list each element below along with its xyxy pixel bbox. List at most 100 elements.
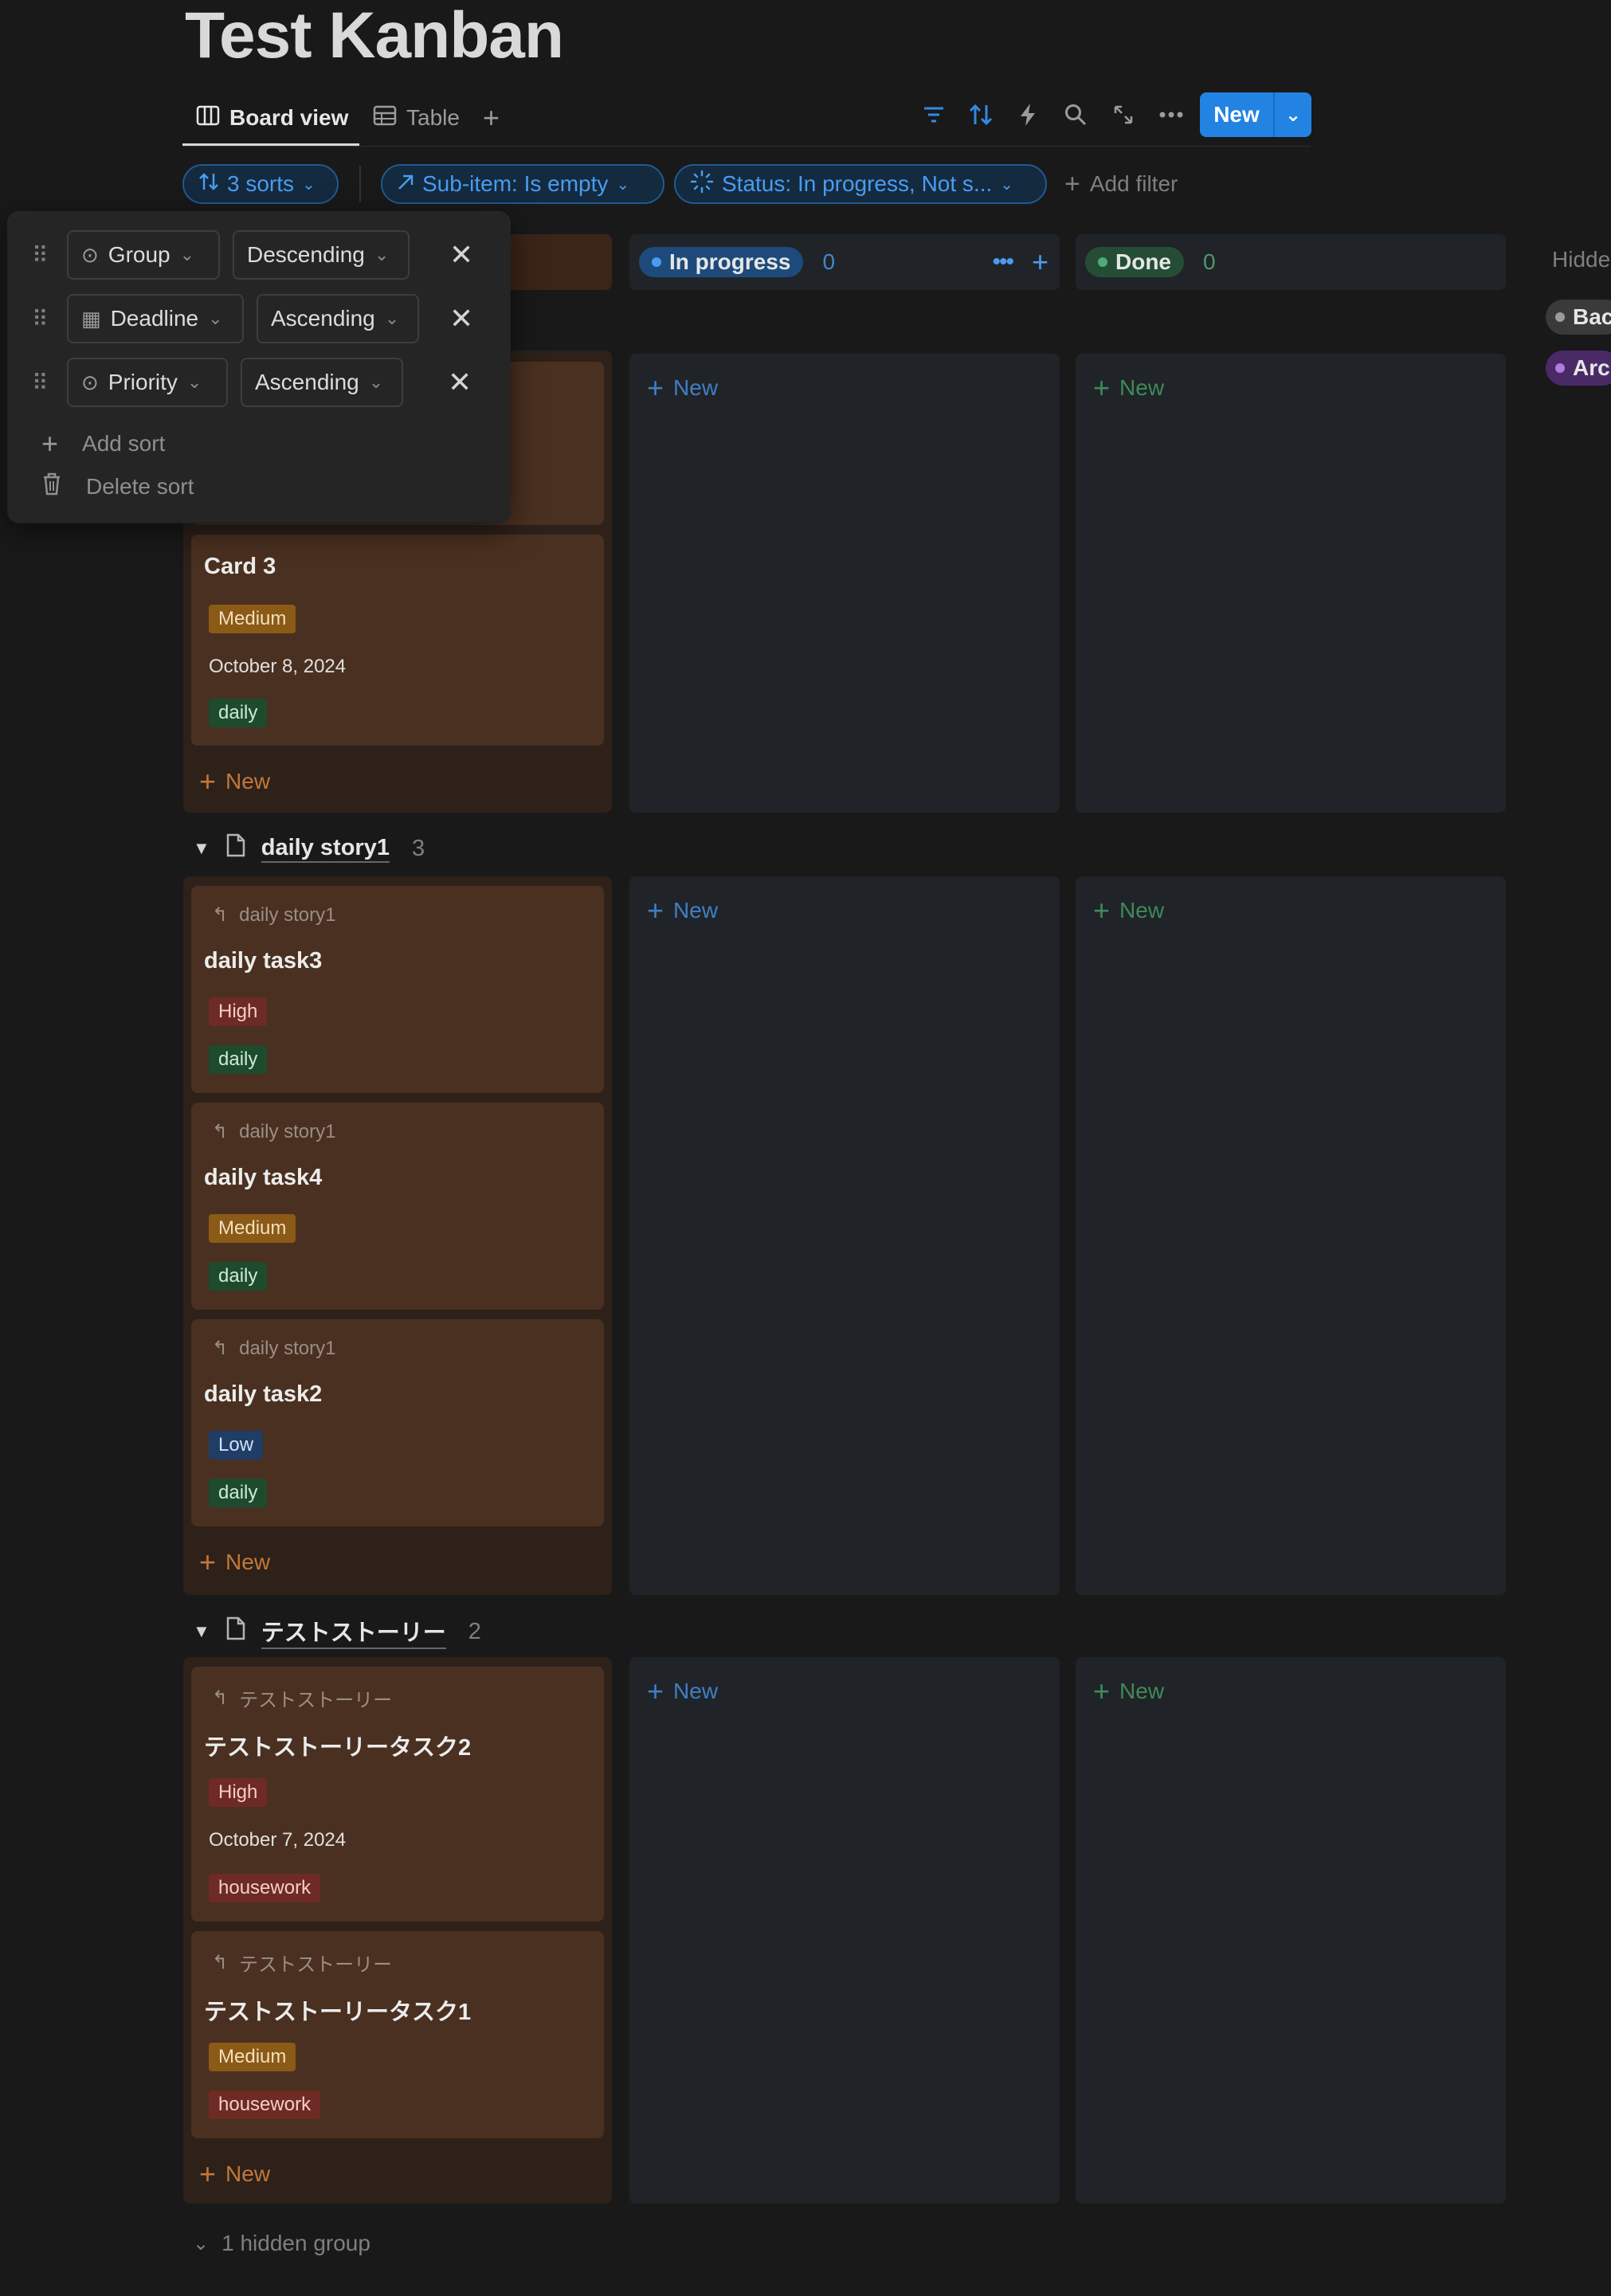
add-card-button[interactable]: + New	[199, 1546, 270, 1579]
close-icon[interactable]: ✕	[449, 302, 473, 335]
group-header[interactable]: ▼ daily story1 3	[193, 833, 425, 864]
divider	[182, 146, 1311, 147]
plus-icon: +	[41, 427, 59, 460]
add-card-button[interactable]: + New	[1093, 1675, 1164, 1708]
new-label: New	[225, 2161, 271, 2186]
priority-tag: Low	[209, 1431, 264, 1459]
sort-property-select[interactable]: ▦ Deadline ⌄	[67, 294, 244, 343]
drag-handle-icon[interactable]: ⠿	[32, 370, 56, 396]
more-icon[interactable]: •••	[992, 249, 1013, 276]
sort-row: ⠿ ⊙ Group ⌄ Descending ⌄ ✕	[32, 229, 473, 280]
hidden-column-chip[interactable]: Arc	[1546, 351, 1611, 386]
subitem-filter-pill[interactable]: Sub-item: Is empty ⌄	[381, 164, 664, 204]
column-count: 0	[1203, 249, 1216, 274]
page-title[interactable]: Test Kanban	[185, 0, 564, 72]
sort-property-select[interactable]: ⊙ Priority ⌄	[67, 358, 228, 407]
subitem-filter-label: Sub-item: Is empty	[422, 171, 609, 196]
hidden-column-chip[interactable]: Bac	[1546, 300, 1611, 335]
expand-icon[interactable]	[1107, 99, 1139, 131]
arrow-up-left-icon: ↰	[212, 1687, 229, 1709]
chevron-down-icon: ⌄	[186, 372, 202, 392]
select-property-icon: ⊙	[81, 370, 99, 394]
plus-icon[interactable]: +	[1032, 245, 1049, 279]
sort-direction-select[interactable]: Descending ⌄	[233, 230, 410, 280]
triangle-down-icon[interactable]: ▼	[193, 838, 210, 859]
add-card-button[interactable]: + New	[199, 765, 270, 798]
plus-icon: +	[1093, 894, 1111, 927]
add-filter-button[interactable]: + Add filter	[1064, 166, 1178, 202]
tab-board-view[interactable]: Board view	[196, 99, 348, 137]
add-card-button[interactable]: + New	[647, 894, 718, 927]
group-count: 3	[411, 835, 425, 861]
sort-row: ⠿ ▦ Deadline ⌄ Ascending ⌄ ✕	[32, 293, 473, 344]
add-card-button[interactable]: + New	[1093, 371, 1164, 405]
status-filter-label: Status: In progress, Not s...	[722, 171, 993, 196]
tab-table[interactable]: Table	[373, 99, 460, 137]
plus-icon: +	[647, 894, 664, 927]
plus-icon: +	[199, 765, 217, 797]
hidden-group-toggle[interactable]: ⌄ 1 hidden group	[193, 2231, 370, 2256]
group-name: daily story1	[261, 835, 390, 863]
group3-column-in-progress: + New	[629, 1657, 1060, 2204]
filter-icon[interactable]	[918, 99, 950, 131]
plus-icon: +	[1093, 1675, 1111, 1707]
column-count: 0	[822, 249, 836, 274]
chevron-down-icon: ⌄	[193, 2232, 210, 2255]
card[interactable]: ↰ daily story1 daily task4 Medium daily	[191, 1103, 604, 1310]
card-title: Card 3	[204, 554, 276, 579]
status-label: In progress	[669, 249, 791, 274]
card[interactable]: ↰ daily story1 daily task3 High daily	[191, 886, 604, 1093]
sort-property-label: Deadline	[110, 306, 199, 331]
add-card-button[interactable]: + New	[199, 2157, 270, 2191]
sort-direction-label: Ascending	[271, 306, 375, 331]
arrow-up-left-icon: ↰	[212, 1121, 229, 1142]
group-header[interactable]: ▼ テストストーリー 2	[193, 1614, 481, 1649]
calendar-icon: ▦	[81, 306, 101, 331]
card[interactable]: ↰ daily story1 daily task2 Low daily	[191, 1319, 604, 1526]
delete-sort-button[interactable]: Delete sort	[41, 472, 194, 501]
triangle-down-icon[interactable]: ▼	[193, 1621, 210, 1642]
divider	[359, 166, 361, 202]
sort-direction-select[interactable]: Ascending ⌄	[257, 294, 419, 343]
sort-icon[interactable]	[965, 99, 997, 131]
close-icon[interactable]: ✕	[449, 238, 473, 272]
hidden-chip-label: Bac	[1573, 304, 1611, 329]
category-tag: housework	[209, 2090, 321, 2119]
card-parent: ↰ daily story1	[212, 1337, 336, 1360]
card-title: daily task2	[204, 1381, 323, 1407]
sort-property-label: Group	[108, 242, 171, 267]
card[interactable]: ↰ テストストーリー テストストーリータスク2 High October 7, …	[191, 1667, 604, 1922]
board-icon	[196, 105, 220, 131]
new-button[interactable]: New ⌄	[1200, 92, 1311, 137]
automation-icon[interactable]	[1012, 99, 1044, 131]
sort-property-select[interactable]: ⊙ Group ⌄	[67, 230, 220, 280]
card[interactable]: ↰ テストストーリー テストストーリータスク1 Medium housework	[191, 1931, 604, 2138]
add-sort-button[interactable]: + Add sort	[41, 427, 165, 460]
more-icon[interactable]	[1155, 99, 1187, 131]
new-label: New	[673, 375, 719, 400]
chevron-down-icon[interactable]: ⌄	[1275, 104, 1311, 127]
column-header-done[interactable]: Done 0	[1076, 234, 1506, 290]
add-card-button[interactable]: + New	[647, 371, 718, 405]
close-icon[interactable]: ✕	[448, 366, 472, 399]
column-header-in-progress[interactable]: In progress 0 ••• +	[629, 234, 1060, 290]
sort-direction-select[interactable]: Ascending ⌄	[241, 358, 403, 407]
search-icon[interactable]	[1060, 99, 1092, 131]
drag-handle-icon[interactable]: ⠿	[32, 306, 56, 332]
tab-label: Table	[406, 105, 460, 130]
chevron-down-icon: ⌄	[208, 308, 223, 328]
card-date: October 8, 2024	[209, 656, 347, 677]
parent-label: テストストーリー	[239, 1954, 393, 1976]
sorts-pill[interactable]: 3 sorts ⌄	[182, 164, 339, 204]
parent-label: daily story1	[239, 1120, 336, 1142]
card[interactable]: Card 3 Medium October 8, 2024 daily	[191, 535, 604, 746]
add-card-button[interactable]: + New	[647, 1675, 718, 1708]
new-label: New	[673, 1679, 719, 1703]
plus-icon: +	[483, 101, 500, 134]
category-tag: daily	[209, 1262, 268, 1291]
add-view-button[interactable]: +	[483, 99, 500, 137]
drag-handle-icon[interactable]: ⠿	[32, 242, 56, 268]
plus-icon: +	[199, 1546, 217, 1578]
add-card-button[interactable]: + New	[1093, 894, 1164, 927]
status-filter-pill[interactable]: Status: In progress, Not s... ⌄	[674, 164, 1047, 204]
